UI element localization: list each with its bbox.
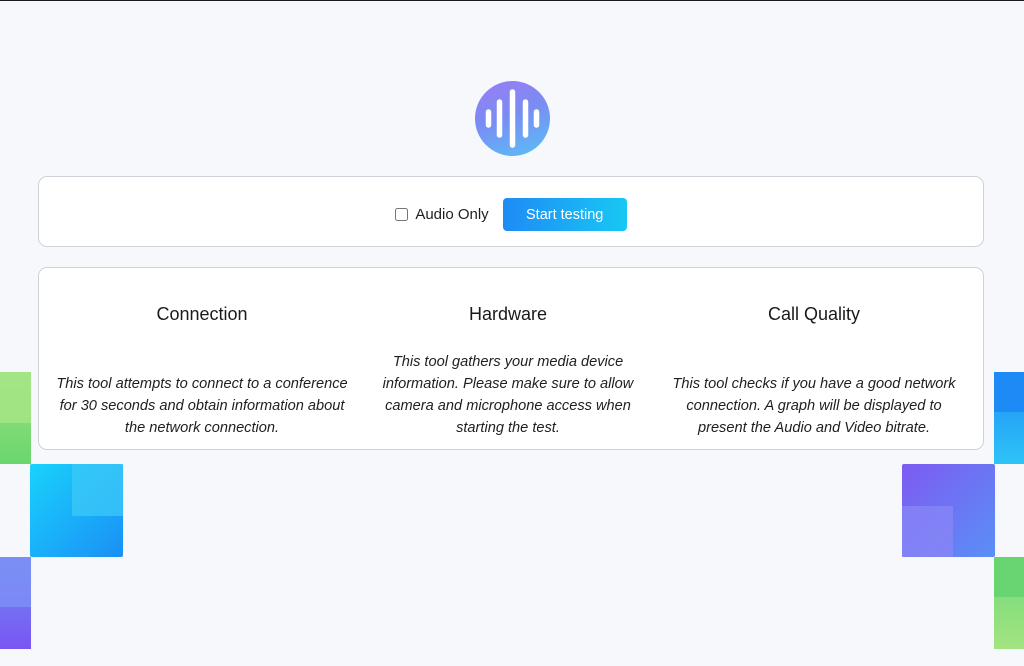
audio-only-checkbox[interactable] bbox=[395, 208, 409, 221]
top-border bbox=[0, 0, 1024, 1]
decor-square-right-purple-inner bbox=[902, 506, 953, 557]
logo bbox=[475, 81, 550, 156]
decor-square-right-blue-inner bbox=[994, 372, 1024, 412]
call-quality-title: Call Quality bbox=[767, 304, 861, 324]
call-quality-section: Call Quality This tool checks if you hav… bbox=[661, 268, 967, 449]
call-quality-description: This tool checks if you have a good netw… bbox=[672, 376, 956, 436]
info-card: Connection This tool attempts to connect… bbox=[38, 267, 984, 450]
controls-row: Audio Only Start testing bbox=[39, 198, 983, 231]
audio-only-label: Audio Only bbox=[415, 206, 489, 223]
connection-title: Connection bbox=[156, 304, 248, 324]
decor-square-left-blue-inner bbox=[72, 464, 123, 516]
audio-only-option[interactable]: Audio Only bbox=[395, 206, 489, 223]
decor-square-right-green-inner bbox=[994, 557, 1024, 597]
start-testing-button[interactable]: Start testing bbox=[502, 198, 627, 231]
hardware-description: This tool gathers your media device info… bbox=[382, 354, 634, 436]
connection-description: This tool attempts to connect to a confe… bbox=[56, 376, 348, 436]
connection-section: Connection This tool attempts to connect… bbox=[49, 268, 355, 449]
controls-card: Audio Only Start testing bbox=[38, 176, 984, 247]
sound-wave-icon bbox=[485, 89, 540, 148]
hardware-section: Hardware This tool gathers your media de… bbox=[355, 268, 661, 449]
decor-square-left-green-inner bbox=[0, 372, 31, 423]
decor-square-left-purple-inner bbox=[0, 557, 31, 607]
hardware-title: Hardware bbox=[468, 304, 548, 324]
